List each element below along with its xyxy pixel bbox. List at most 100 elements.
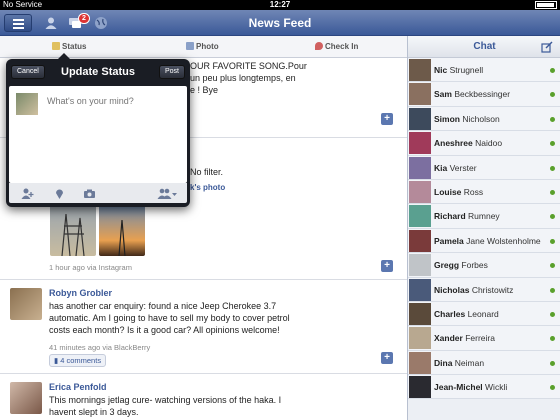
chat-contact-name: Pamela Jane Wolstenholme [434, 229, 541, 253]
post-action-button[interactable]: + [381, 352, 393, 364]
chat-title: Chat [473, 41, 496, 52]
tab-status-label: Status [62, 42, 87, 51]
avatar [409, 59, 431, 81]
tag-friends-icon[interactable] [21, 187, 34, 200]
chat-contact-last-name: Ferreira [465, 333, 495, 344]
chat-contact-first-name: Nic [434, 65, 448, 75]
chat-contact-last-name: Strugnell [449, 65, 484, 75]
online-status-icon [550, 92, 555, 98]
chat-contact-last-name: Ross [463, 186, 484, 197]
chat-contact-first-name: Louise [434, 186, 462, 197]
post-action-button[interactable]: + [381, 113, 393, 125]
chat-contact[interactable]: Pamela Jane Wolstenholme [408, 228, 560, 254]
photo-icon [186, 42, 194, 50]
online-status-icon [550, 360, 555, 366]
location-icon[interactable] [53, 187, 66, 200]
avatar [409, 180, 431, 203]
tab-checkin[interactable]: Check In [315, 36, 358, 58]
chat-contact[interactable]: Charles Leonard [408, 301, 560, 327]
compose-icon[interactable] [541, 41, 553, 53]
chat-contact[interactable]: Jean-Michel Wickli [408, 375, 560, 400]
avatar [409, 156, 431, 179]
chat-contact-first-name: Dina [434, 357, 453, 368]
popover-header: Cancel Update Status Post [6, 59, 190, 85]
online-status-icon [550, 336, 555, 342]
chat-contact[interactable]: Aneshree Naidoo [408, 131, 560, 156]
chat-contact[interactable]: Louise Ross [408, 179, 560, 205]
chat-contact[interactable]: Sam Beckbessinger [408, 82, 560, 107]
online-status-icon [550, 311, 555, 317]
chat-contact-name: Aneshree Naidoo [434, 131, 502, 155]
tab-photo[interactable]: Photo [186, 36, 219, 58]
chat-contact[interactable]: Richard Rumney [408, 204, 560, 229]
post-button[interactable]: Post [158, 65, 185, 79]
chat-contact-last-name: Beckbessinger [454, 89, 511, 100]
chat-contact-first-name: Richard [434, 211, 466, 222]
pencil-icon [52, 42, 60, 50]
chat-contact-first-name: Nicholas [434, 284, 470, 295]
post-text-line: un peu plus longtemps, en [190, 73, 296, 83]
chat-contact-first-name: Aneshree [434, 138, 473, 149]
online-status-icon [550, 189, 555, 195]
online-status-icon [550, 214, 555, 220]
chat-contact-first-name: Gregg [434, 260, 460, 271]
avatar[interactable] [10, 382, 42, 414]
chat-contact-last-name: Leonard [467, 308, 499, 319]
online-status-icon [550, 165, 555, 171]
post-photo-sunset[interactable] [99, 204, 145, 257]
post-action-button[interactable]: + [381, 260, 393, 272]
avatar [409, 254, 431, 277]
post-text: has another car enquiry: found a nice Je… [49, 301, 290, 335]
post-author[interactable]: Robyn Grobler [49, 288, 112, 298]
post-text-line: e ! Bye [190, 85, 219, 95]
chat-contact-first-name: Kia [434, 162, 448, 173]
chat-contact-name: Louise Ross [434, 180, 483, 204]
chat-contact-name: Nicholas Christowitz [434, 278, 513, 302]
chat-contact[interactable]: Dina Neiman [408, 350, 560, 376]
avatar [409, 205, 431, 228]
chat-contact-first-name: Charles [434, 308, 466, 319]
post-photo-link[interactable]: k's photo [190, 182, 310, 194]
chat-contact[interactable]: Nicholas Christowitz [408, 277, 560, 302]
chat-contact-first-name: Jean-Michel [434, 382, 483, 393]
chat-contact[interactable]: Simon Nicholson [408, 106, 560, 132]
tab-checkin-label: Check In [325, 42, 359, 51]
chat-contact-first-name: Simon [434, 113, 460, 124]
audience-selector-icon[interactable] [157, 187, 177, 200]
battery-icon [535, 1, 557, 9]
clock: 12:27 [269, 0, 291, 9]
avatar [409, 278, 431, 301]
chat-contact-last-name: Wickli [485, 382, 508, 393]
avatar [409, 229, 431, 252]
comments-button[interactable]: ▮ 4 comments [49, 354, 107, 367]
post-photo-towers[interactable] [50, 204, 96, 257]
chat-contact-name: Simon Nicholson [434, 107, 500, 131]
tab-photo-label: Photo [196, 42, 219, 51]
avatar [16, 93, 38, 115]
status-compose-area[interactable] [9, 86, 187, 183]
chat-sidebar: Chat Nic Strugnell Sam Beckbessinger Simon… [407, 36, 560, 420]
chat-contact[interactable]: Gregg Forbes [408, 253, 560, 278]
status-input[interactable] [47, 94, 179, 108]
chat-contact-name: Kia Verster [434, 156, 477, 180]
post-author[interactable]: Erica Penfold [49, 382, 107, 392]
chat-contact-name: Richard Rumney [434, 204, 500, 228]
avatar[interactable] [10, 288, 42, 320]
avatar [409, 132, 431, 155]
camera-icon[interactable] [83, 187, 96, 200]
chat-contact-name: Nic Strugnell [434, 58, 483, 82]
status-bar: No Service 12:27 [0, 0, 560, 10]
post-text: No filter. [190, 167, 224, 177]
chat-contact-last-name: Jane Wolstenholme [466, 235, 541, 246]
page-title: News Feed [248, 16, 312, 30]
avatar [409, 107, 431, 130]
chat-contact[interactable]: Nic Strugnell [408, 58, 560, 83]
online-status-icon [550, 116, 555, 122]
online-status-icon [550, 141, 555, 147]
online-status-icon [550, 287, 555, 293]
feed-post: Erica Penfold This mornings jetlag cure-… [0, 376, 407, 420]
chat-contact[interactable]: Xander Ferreira [408, 326, 560, 351]
chat-contact[interactable]: Kia Verster [408, 155, 560, 180]
chat-contact-last-name: Nicholson [462, 113, 500, 124]
chat-contact-first-name: Xander [434, 333, 463, 344]
